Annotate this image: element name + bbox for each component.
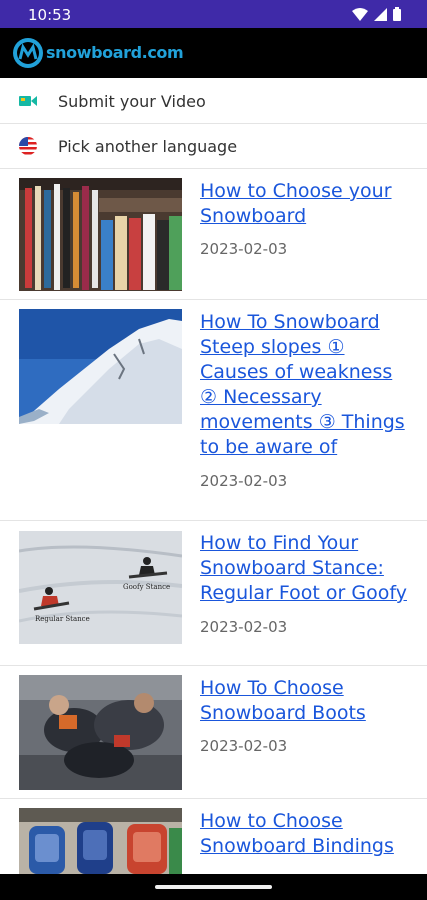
article-item[interactable]: Goofy Stance Regular Stance How to Find … [0, 521, 427, 666]
article-item[interactable]: How To Snowboard Steep slopes ① Causes o… [0, 300, 427, 521]
status-icons [352, 7, 401, 21]
article-thumbnail[interactable] [19, 675, 182, 790]
pick-language-row[interactable]: Pick another language [0, 124, 427, 169]
cell-signal-icon [374, 7, 387, 21]
article-thumbnail[interactable]: Goofy Stance Regular Stance [19, 531, 182, 644]
status-bar: 10:53 [0, 0, 427, 28]
article-date: 2023-02-03 [200, 618, 288, 636]
article-title-link[interactable]: How to Find Your Snowboard Stance: Regul… [200, 531, 415, 606]
wifi-icon [352, 7, 368, 21]
us-flag-icon [18, 136, 38, 156]
article-title-link[interactable]: How to Choose your Snowboard [200, 179, 415, 229]
article-item[interactable]: How To Choose Snowboard Boots 2023-02-03 [0, 666, 427, 799]
article-thumbnail[interactable] [19, 808, 182, 874]
home-gesture-handle[interactable] [155, 885, 272, 889]
article-date: 2023-02-03 [200, 240, 288, 258]
status-time: 10:53 [28, 6, 72, 24]
article-date: 2023-02-03 [200, 737, 288, 755]
pick-language-label: Pick another language [58, 136, 238, 156]
article-thumbnail[interactable] [19, 309, 182, 424]
article-item[interactable]: How to Choose Snowboard Bindings 2023-02… [0, 799, 427, 874]
system-nav-bar [0, 874, 427, 900]
article-title-link[interactable]: How To Choose Snowboard Boots [200, 676, 415, 726]
article-date: 2023-02-03 [200, 472, 288, 490]
submit-video-label: Submit your Video [58, 91, 206, 111]
app-header: snowboard.com [0, 28, 427, 78]
submit-video-row[interactable]: Submit your Video [0, 79, 427, 124]
article-title-link[interactable]: How To Snowboard Steep slopes ① Causes o… [200, 310, 415, 460]
thumbnail-caption-goofy: Goofy Stance [123, 583, 171, 591]
article-item[interactable]: How to Choose your Snowboard 2023-02-03 [0, 169, 427, 300]
video-camera-icon [18, 91, 38, 111]
article-thumbnail[interactable] [19, 178, 182, 291]
logo-icon[interactable] [12, 37, 44, 69]
thumbnail-caption-regular: Regular Stance [35, 615, 90, 623]
logo-text[interactable]: snowboard.com [46, 43, 184, 62]
article-title-link[interactable]: How to Choose Snowboard Bindings [200, 809, 415, 859]
battery-icon [393, 7, 401, 21]
